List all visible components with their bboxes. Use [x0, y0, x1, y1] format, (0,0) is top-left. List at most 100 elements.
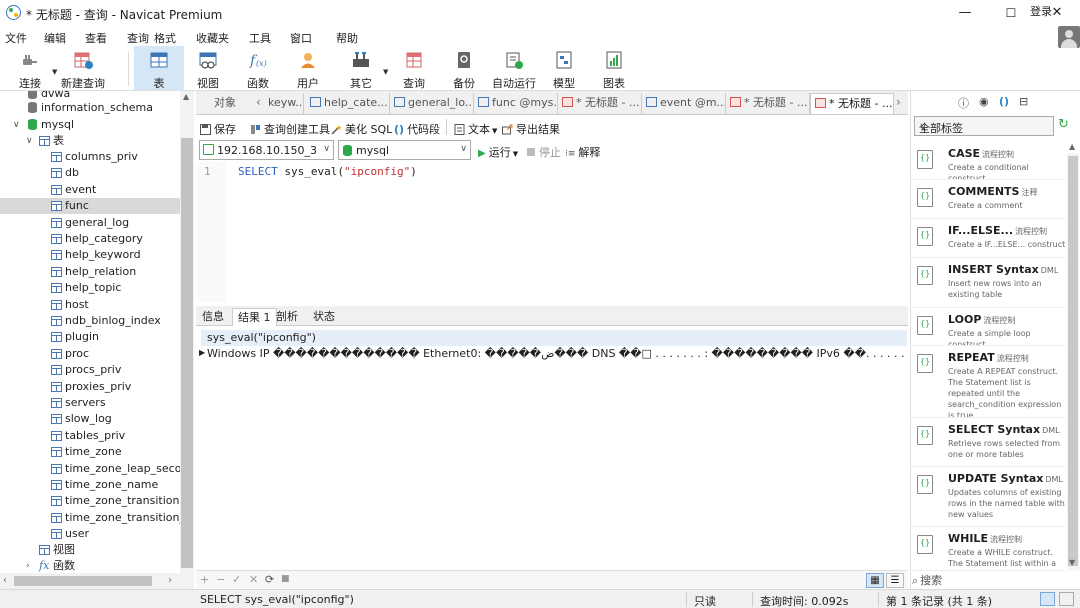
split-panel-icon[interactable]: ⊟ — [1019, 95, 1028, 108]
chevron-down-icon[interactable]: ∨ — [26, 133, 33, 149]
backup-button[interactable]: 备份 — [442, 46, 486, 90]
table-row[interactable]: ▶ Windows IP ������������� Ethernet0: ��… — [199, 347, 907, 363]
table-item-servers[interactable]: servers — [0, 395, 180, 411]
snippet-card[interactable]: LOOP流程控制 Create a simple loop construct — [910, 308, 1065, 346]
chart-button[interactable]: 图表 — [592, 46, 636, 90]
new-query-button[interactable]: 新建查询 — [60, 46, 106, 90]
tree-scroll-thumb[interactable] — [181, 138, 193, 568]
tree-db-mysql[interactable]: ∨ mysql — [0, 117, 180, 133]
tab-scroll-left-icon[interactable]: ‹ — [256, 95, 261, 109]
function-button[interactable]: f (x) 函数 — [236, 46, 280, 90]
chevron-down-icon[interactable]: ∨ — [13, 117, 20, 133]
model-button[interactable]: 模型 — [542, 46, 586, 90]
scroll-up-icon[interactable]: ▲ — [183, 92, 189, 101]
table-item-time-zone-leap-second[interactable]: time_zone_leap_second — [0, 461, 180, 477]
snippet-card[interactable]: WHILE流程控制 Create a WHILE construct. The S… — [910, 527, 1065, 571]
refresh-icon[interactable]: ⟳ — [265, 573, 274, 586]
tab-query-1[interactable]: * 无标题 - ... — [558, 93, 642, 114]
menu-window[interactable]: 窗口 — [290, 30, 312, 46]
tab-scroll-right-icon[interactable]: › — [896, 95, 901, 109]
delete-row-icon[interactable]: − — [216, 573, 225, 586]
sql-text[interactable]: SELECT sys_eval("ipconfig") — [238, 165, 417, 178]
user-button[interactable]: 用户 — [286, 46, 330, 90]
export-results-button[interactable]: 导出结果 — [502, 121, 560, 137]
snippet-card[interactable]: INSERT SyntaxDML Insert new rows into an … — [910, 258, 1065, 308]
tab-info[interactable]: 信息 — [197, 308, 229, 326]
menu-tools[interactable]: 工具 — [249, 30, 271, 46]
table-item-help-topic[interactable]: help_topic — [0, 280, 180, 296]
tab-profile[interactable]: 剖析 — [271, 308, 303, 326]
result-cell[interactable]: Windows IP ������������� Ethernet0: ����… — [207, 347, 907, 360]
menu-format[interactable]: 格式 — [154, 30, 176, 46]
auto-run-button[interactable]: 自动运行 — [490, 46, 538, 90]
table-item-time-zone-transition-type[interactable]: time_zone_transition_type — [0, 510, 180, 526]
menu-query[interactable]: 查询 — [127, 30, 149, 46]
snippet-card[interactable]: COMMENTS注释 Create a comment — [910, 180, 1065, 219]
beautify-sql-button[interactable]: 美化 SQL — [331, 121, 392, 137]
table-item-general-log[interactable]: general_log — [0, 215, 180, 231]
table-item-time-zone-name[interactable]: time_zone_name — [0, 477, 180, 493]
info-icon[interactable]: ⓘ — [958, 95, 969, 111]
text-dropdown-icon[interactable]: ▼ — [492, 127, 497, 135]
table-item-slow-log[interactable]: slow_log — [0, 411, 180, 427]
table-item-proc[interactable]: proc — [0, 346, 180, 362]
table-item-host[interactable]: host — [0, 297, 180, 313]
tab-query-active[interactable]: * 无标题 - ... — [810, 93, 894, 114]
snippet-search-input[interactable]: ⌕ 搜索 — [912, 572, 1078, 588]
scroll-left-icon[interactable]: ‹ — [3, 575, 7, 586]
menu-file[interactable]: 文件 — [5, 30, 27, 46]
database-select[interactable]: mysql ∨ — [338, 140, 471, 160]
grid-view-button[interactable]: ▦ — [866, 573, 884, 588]
minimize-button[interactable]: — — [942, 0, 988, 26]
table-item-user[interactable]: user — [0, 526, 180, 542]
table-item-func[interactable]: func — [0, 198, 180, 215]
avatar[interactable] — [1058, 26, 1080, 48]
view-button[interactable]: 视图 — [186, 46, 230, 90]
snippet-card[interactable]: UPDATE SyntaxDML Updates columns of exist… — [910, 467, 1065, 527]
snippet-card[interactable]: CASE流程控制 Create a conditional construct — [910, 142, 1065, 180]
others-button[interactable]: 其它 — [338, 46, 384, 90]
table-item-columns-priv[interactable]: columns_priv — [0, 149, 180, 165]
table-item-ndb-binlog-index[interactable]: ndb_binlog_index — [0, 313, 180, 329]
tab-general-log[interactable]: general_lo... — [390, 93, 474, 114]
run-dropdown-icon[interactable]: ▼ — [513, 150, 518, 158]
table-item-event[interactable]: event — [0, 182, 180, 198]
others-dropdown-icon[interactable]: ▼ — [383, 68, 388, 76]
snippet-card[interactable]: SELECT SyntaxDML Retrieve rows selected f… — [910, 418, 1065, 467]
tab-status[interactable]: 状态 — [308, 308, 340, 326]
tag-filter-select[interactable]: 全部标签 ∨ — [914, 116, 1054, 136]
table-button[interactable]: 表 — [134, 46, 184, 90]
table-item-help-category[interactable]: help_category — [0, 231, 180, 247]
maximize-button[interactable]: ☐ — [988, 0, 1034, 26]
scroll-right-icon[interactable]: › — [168, 575, 172, 586]
tab-objects[interactable]: 对象 — [196, 93, 254, 114]
run-button[interactable]: ▶ 运行 ▼ — [478, 144, 518, 160]
code-snippet-icon[interactable]: () — [999, 95, 1009, 108]
menu-view[interactable]: 查看 — [85, 30, 107, 46]
tree-hscroll-thumb[interactable] — [14, 576, 152, 586]
layout-left-button[interactable] — [1040, 592, 1055, 606]
tab-result-1[interactable]: 结果 1 — [232, 308, 277, 326]
result-column-header[interactable]: sys_eval("ipconfig") — [201, 330, 907, 346]
table-item-plugin[interactable]: plugin — [0, 329, 180, 345]
connection-select[interactable]: 192.168.10.150_3306 ∨ — [199, 140, 334, 160]
tab-help-keyword[interactable]: keyw... — [268, 93, 304, 114]
table-item-time-zone[interactable]: time_zone — [0, 444, 180, 460]
connect-dropdown-icon[interactable]: ▼ — [52, 68, 57, 76]
table-item-help-relation[interactable]: help_relation — [0, 264, 180, 280]
add-row-icon[interactable]: + — [200, 573, 209, 586]
snippet-card[interactable]: REPEAT流程控制 Create A REPEAT construct. The… — [910, 346, 1065, 418]
menu-edit[interactable]: 编辑 — [44, 30, 66, 46]
menu-help[interactable]: 帮助 — [336, 30, 358, 46]
connect-button[interactable]: 连接 — [8, 46, 52, 90]
snippet-card[interactable]: IF...ELSE...流程控制 Create a IF...ELSE... co… — [910, 219, 1065, 258]
tree-folder-tables[interactable]: ∨ 表 — [0, 133, 180, 149]
discard-icon[interactable]: ✕ — [249, 573, 258, 586]
table-item-procs-priv[interactable]: procs_priv — [0, 362, 180, 378]
snippet-scroll-thumb[interactable] — [1068, 156, 1078, 566]
table-item-db[interactable]: db — [0, 165, 180, 181]
sql-editor[interactable] — [196, 162, 908, 302]
chevron-right-icon[interactable]: › — [26, 558, 30, 573]
tab-func[interactable]: func @mys... — [474, 93, 558, 114]
refresh-snippets-icon[interactable]: ↻ — [1058, 117, 1069, 132]
